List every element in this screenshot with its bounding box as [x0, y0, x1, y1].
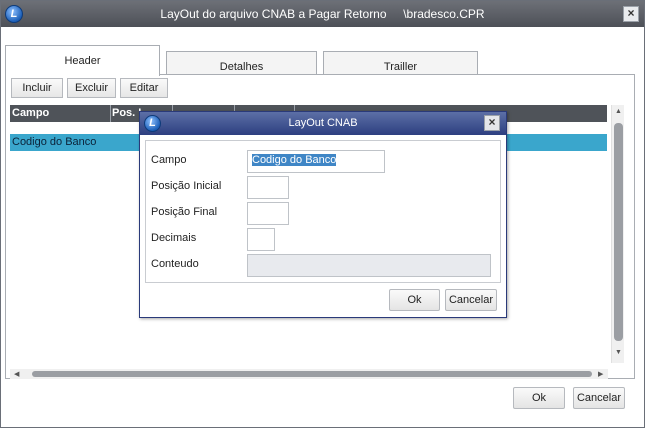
campo-label: Campo: [151, 154, 187, 166]
table-cell-campo: Codigo do Banco: [12, 136, 97, 148]
dialog-cancel-button[interactable]: Cancelar: [445, 289, 497, 311]
tab-header[interactable]: Header: [5, 45, 160, 76]
window-titlebar: L LayOut do arquivo CNAB a Pagar Retorno…: [1, 1, 644, 27]
posicao-inicial-label: Posição Inicial: [151, 180, 222, 192]
window-title: LayOut do arquivo CNAB a Pagar Retorno \…: [160, 7, 485, 21]
column-separator: [110, 105, 111, 122]
dialog-close-button[interactable]: ×: [484, 115, 500, 131]
excluir-button[interactable]: Excluir: [67, 78, 116, 98]
conteudo-label: Conteudo: [151, 258, 199, 270]
posicao-inicial-field[interactable]: [247, 176, 289, 199]
chevron-up-icon[interactable]: ▲: [615, 108, 622, 115]
dialog-title: LayOut CNAB: [288, 117, 358, 129]
vertical-scrollbar[interactable]: ▲ ▼: [611, 105, 624, 363]
posicao-final-label: Posição Final: [151, 206, 218, 218]
conteudo-field: [247, 254, 491, 277]
horizontal-scrollbar[interactable]: ◀ ▶: [10, 369, 608, 379]
incluir-button[interactable]: Incluir: [11, 78, 63, 98]
campo-value: Codigo do Banco: [252, 154, 337, 166]
column-header-campo[interactable]: Campo: [12, 107, 108, 122]
ok-button[interactable]: Ok: [513, 387, 565, 409]
horizontal-scroll-thumb[interactable]: [32, 371, 592, 377]
cancel-button[interactable]: Cancelar: [573, 387, 625, 409]
editar-button[interactable]: Editar: [120, 78, 168, 98]
chevron-left-icon[interactable]: ◀: [14, 370, 19, 378]
chevron-down-icon[interactable]: ▼: [615, 349, 622, 356]
dialog-form: Campo Codigo do Banco Posição Inicial Po…: [145, 140, 501, 283]
posicao-final-field[interactable]: [247, 202, 289, 225]
vertical-scroll-thumb[interactable]: [614, 123, 623, 341]
dialog-ok-button[interactable]: Ok: [389, 289, 440, 311]
window-close-button[interactable]: ×: [623, 6, 639, 22]
decimais-label: Decimais: [151, 232, 197, 244]
dialog-titlebar: L LayOut CNAB ×: [140, 112, 506, 135]
decimais-field[interactable]: [247, 228, 275, 251]
chevron-right-icon[interactable]: ▶: [598, 370, 603, 378]
campo-field[interactable]: Codigo do Banco: [247, 150, 385, 173]
layout-cnab-dialog: L LayOut CNAB × Campo Codigo do Banco Po…: [139, 111, 507, 318]
